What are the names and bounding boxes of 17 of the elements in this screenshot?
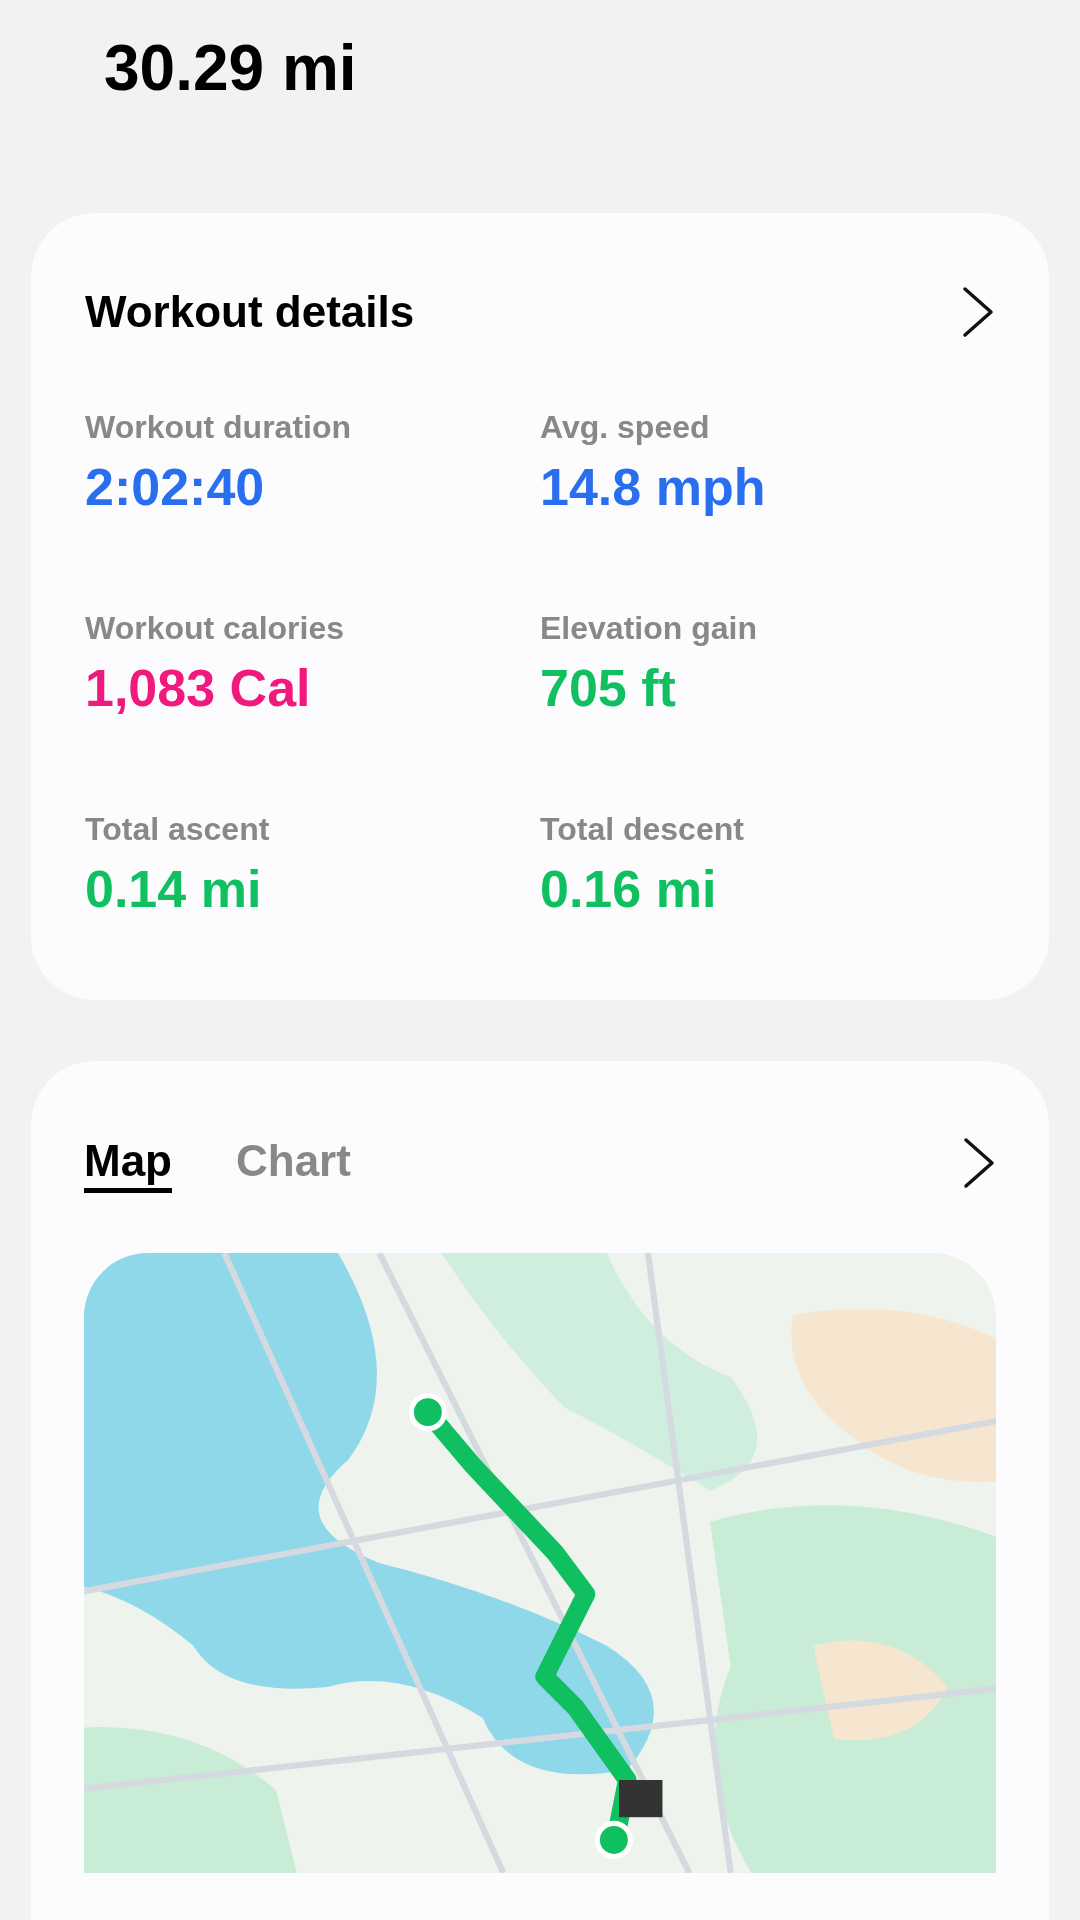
tab[interactable]: Map <box>84 1133 172 1193</box>
chevron-right-icon[interactable] <box>961 285 995 339</box>
metric-label: Total descent <box>540 810 745 849</box>
metric-value: 14.8 mph <box>540 457 767 518</box>
metric-label: Elevation gain <box>540 609 758 648</box>
metric-value: 0.14 mi <box>85 859 263 920</box>
metric-label: Workout duration <box>85 408 353 447</box>
card-title: Workout details <box>85 286 415 338</box>
chevron-right-icon[interactable] <box>962 1136 996 1190</box>
metric-label: Total ascent <box>85 810 271 849</box>
metric-value: 2:02:40 <box>85 457 266 518</box>
metric-value: 705 ft <box>540 658 677 719</box>
distance-total: 30.29 mi <box>104 36 358 100</box>
metric-label: Avg. speed <box>540 408 711 447</box>
metric-label: Workout calories <box>85 609 346 648</box>
metric-value: 1,083 Cal <box>85 658 312 719</box>
metric-value: 0.16 mi <box>540 859 718 920</box>
